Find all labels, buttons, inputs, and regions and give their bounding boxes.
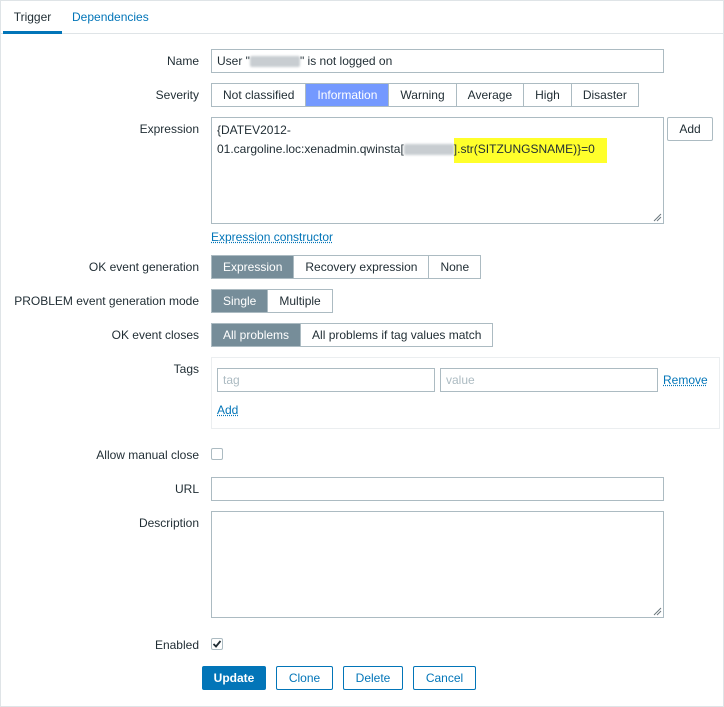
expression-line-2: 01.cargoline.loc:xenadmin.qwinsta[ ].str(… <box>217 138 658 163</box>
redacted-text <box>249 56 300 68</box>
delete-button[interactable]: Delete <box>343 666 403 690</box>
description-textarea[interactable] <box>211 511 664 618</box>
resize-handle-icon[interactable] <box>653 213 662 222</box>
url-label: URL <box>174 482 199 496</box>
name-prefix: User " <box>217 54 250 68</box>
update-button[interactable]: Update <box>202 666 266 690</box>
expression-host: 01.cargoline.loc:xenadmin.qwinsta[ <box>217 142 404 156</box>
tab-trigger[interactable]: Trigger <box>3 1 62 34</box>
tab-dependencies[interactable]: Dependencies <box>72 1 149 34</box>
expression-add-button[interactable]: Add <box>667 117 713 141</box>
tag-name-input[interactable]: tag <box>217 368 435 392</box>
name-input[interactable]: User " " is not logged on <box>211 49 664 73</box>
tag-remove-link[interactable]: Remove <box>663 373 708 387</box>
severity-disaster[interactable]: Disaster <box>571 84 638 106</box>
ok-gen-none[interactable]: None <box>429 256 481 278</box>
severity-selector: Not classified Information Warning Avera… <box>211 83 639 107</box>
expression-label: Expression <box>139 122 199 136</box>
problem-mode-selector: Single Multiple <box>211 289 333 313</box>
description-label: Description <box>138 516 199 530</box>
expression-textarea[interactable]: {DATEV2012- 01.cargoline.loc:xenadmin.qw… <box>211 117 664 224</box>
expression-line-1: {DATEV2012- <box>217 123 291 137</box>
severity-high[interactable]: High <box>524 84 572 106</box>
tag-value-input[interactable]: value <box>440 368 658 392</box>
tags-label: Tags <box>173 362 199 376</box>
problem-mode-label: PROBLEM event generation mode <box>14 294 199 308</box>
redacted-text <box>403 144 454 156</box>
tag-placeholder: tag <box>223 373 240 387</box>
problem-mode-single[interactable]: Single <box>212 290 269 312</box>
checkmark-icon <box>212 640 222 648</box>
ok-gen-recovery-expression[interactable]: Recovery expression <box>294 256 430 278</box>
clone-button[interactable]: Clone <box>276 666 333 690</box>
ok-event-closes-label: OK event closes <box>111 328 199 342</box>
allow-manual-close-label: Allow manual close <box>96 448 199 462</box>
severity-warning[interactable]: Warning <box>389 84 457 106</box>
severity-average[interactable]: Average <box>456 84 525 106</box>
name-suffix: " is not logged on <box>299 54 393 68</box>
ok-gen-expression[interactable]: Expression <box>212 256 295 278</box>
severity-label: Severity <box>155 88 199 102</box>
trigger-form: Trigger Dependencies Name User " " is not… <box>0 0 724 707</box>
value-placeholder: value <box>446 373 475 387</box>
tag-add-link[interactable]: Add <box>217 403 238 417</box>
problem-mode-multiple[interactable]: Multiple <box>268 290 332 312</box>
enabled-checkbox[interactable] <box>211 638 223 650</box>
tab-bar: Trigger Dependencies <box>1 1 723 34</box>
enabled-label: Enabled <box>154 638 199 652</box>
ok-event-closes-selector: All problems All problems if tag values … <box>211 323 494 347</box>
ok-closes-all-problems[interactable]: All problems <box>212 324 302 346</box>
ok-event-generation-label: OK event generation <box>88 260 199 274</box>
name-label: Name <box>166 54 199 68</box>
resize-handle-icon[interactable] <box>653 607 662 616</box>
expression-constructor-link[interactable]: Expression constructor <box>211 230 333 244</box>
ok-closes-tag-match[interactable]: All problems if tag values match <box>301 324 493 346</box>
cancel-button[interactable]: Cancel <box>413 666 476 690</box>
allow-manual-close-checkbox[interactable] <box>211 448 223 460</box>
tags-table: tag value Remove Add <box>211 357 720 429</box>
url-input[interactable] <box>211 477 664 501</box>
ok-event-generation-selector: Expression Recovery expression None <box>211 255 482 279</box>
expression-highlight: ].str(SITZUNGSNAME)}=0 <box>453 138 607 163</box>
severity-not-classified[interactable]: Not classified <box>212 84 307 106</box>
severity-information[interactable]: Information <box>306 84 390 106</box>
